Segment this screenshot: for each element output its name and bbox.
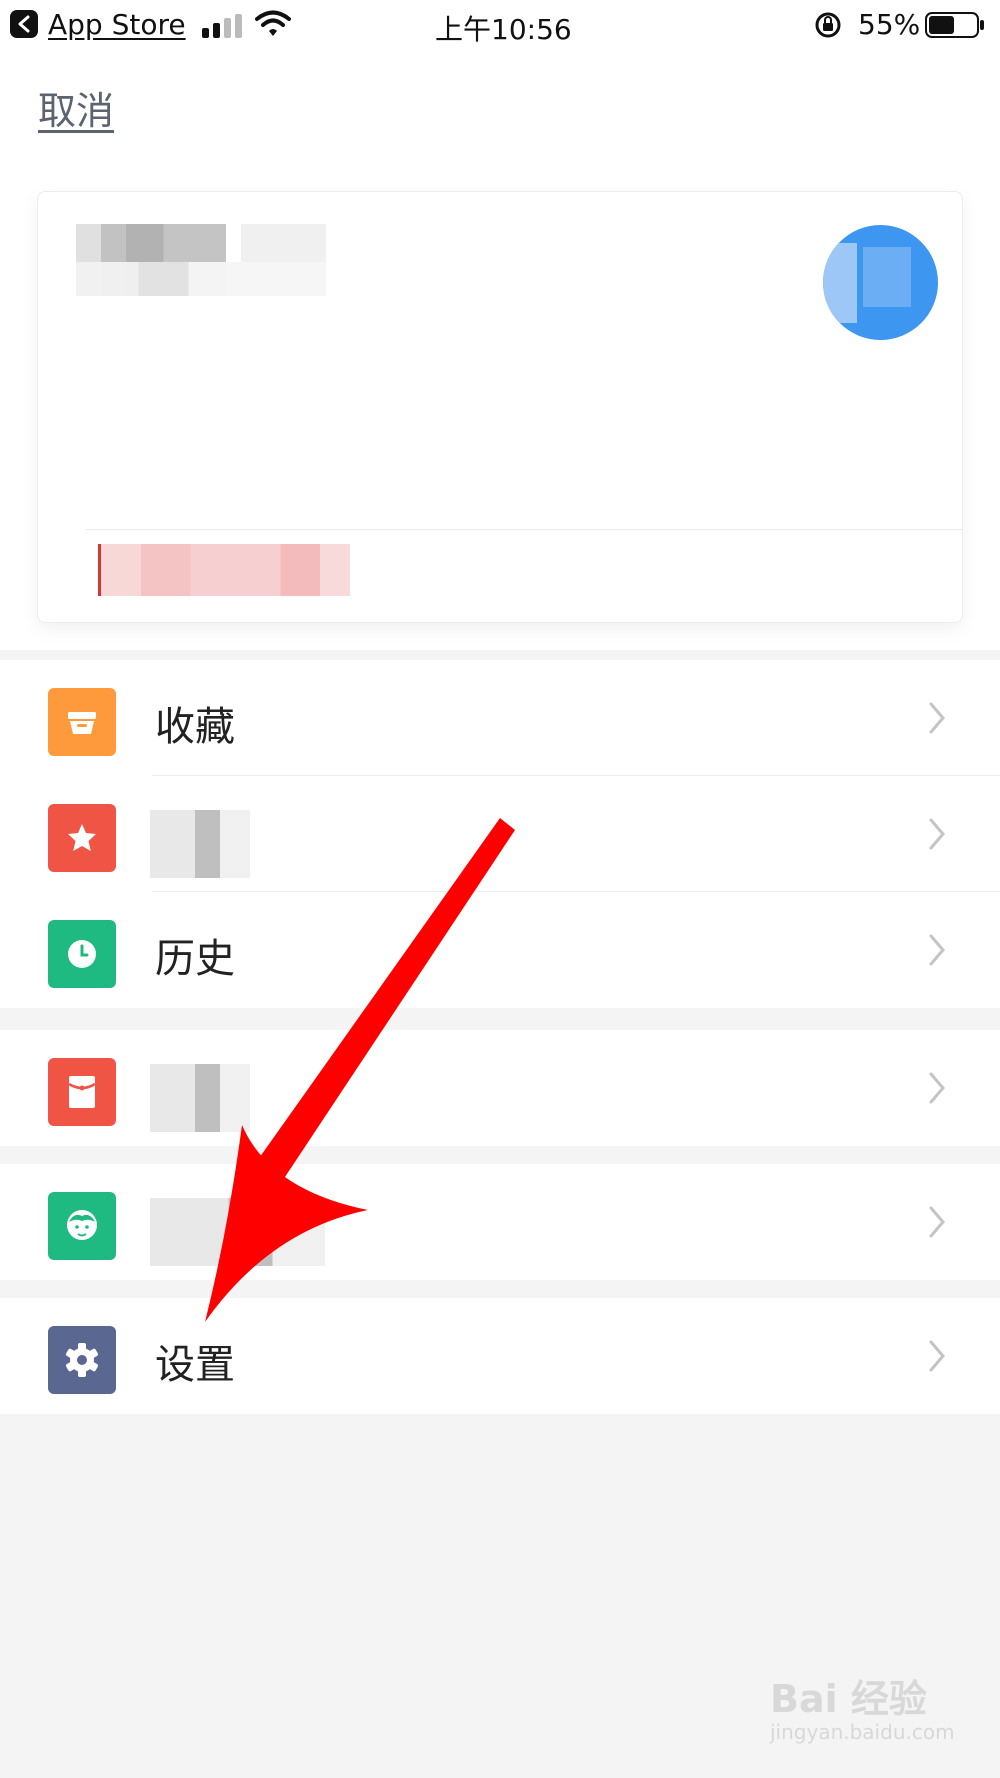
chevron-right-icon xyxy=(929,1340,945,1372)
blurred-username-detail xyxy=(76,262,326,296)
menu-item-label: 收藏 xyxy=(155,704,235,750)
favorites-box-icon xyxy=(48,688,116,756)
watermark-domain: jingyan.baidu.com xyxy=(770,1720,955,1744)
red-envelope-icon xyxy=(48,1058,116,1126)
clock-icon xyxy=(48,920,116,988)
blurred-card-link[interactable] xyxy=(98,544,350,596)
menu-group-3 xyxy=(0,1164,1000,1280)
blurred-menu-label xyxy=(150,1198,325,1266)
chevron-right-icon xyxy=(929,818,945,850)
blurred-menu-label xyxy=(150,1064,250,1132)
menu-group-2 xyxy=(0,1030,1000,1146)
battery-percent: 55% xyxy=(858,8,921,41)
menu-item-customer-service[interactable] xyxy=(0,1164,1000,1280)
menu-item-starred[interactable] xyxy=(0,776,1000,892)
menu-group-1: 收藏 历史 xyxy=(0,660,1000,1008)
menu-item-history[interactable]: 历史 xyxy=(0,892,1000,1008)
clock-time: 上午10:56 xyxy=(435,13,572,46)
rotation-lock-icon xyxy=(815,12,841,38)
chevron-right-icon xyxy=(929,702,945,734)
blurred-menu-label xyxy=(150,810,250,878)
customer-service-icon xyxy=(48,1192,116,1260)
battery-icon xyxy=(925,12,984,38)
menu-group-4: 设置 xyxy=(0,1298,1000,1414)
menu-item-favorites[interactable]: 收藏 xyxy=(0,660,1000,776)
menu-item-settings[interactable]: 设置 xyxy=(0,1298,1000,1414)
card-divider xyxy=(86,529,962,530)
star-icon xyxy=(48,804,116,872)
profile-header: 取消 xyxy=(0,50,1000,650)
back-icon[interactable] xyxy=(10,10,38,38)
signal-icon xyxy=(202,14,242,38)
cancel-button[interactable]: 取消 xyxy=(38,80,114,135)
avatar[interactable] xyxy=(823,225,938,340)
watermark-brand: Bai 经验 xyxy=(770,1677,927,1721)
chevron-right-icon xyxy=(929,1072,945,1104)
chevron-right-icon xyxy=(929,934,945,966)
menu-item-red-envelope[interactable] xyxy=(0,1030,1000,1146)
menu-item-label: 历史 xyxy=(155,936,235,982)
wifi-icon xyxy=(255,10,291,36)
chevron-right-icon xyxy=(929,1206,945,1238)
status-bar: App Store 上午10:56 55% xyxy=(0,0,1000,50)
menu-item-label: 设置 xyxy=(155,1342,235,1388)
gear-icon xyxy=(48,1326,116,1394)
back-to-app-store-link[interactable]: App Store xyxy=(48,8,186,41)
profile-card[interactable] xyxy=(37,191,963,623)
